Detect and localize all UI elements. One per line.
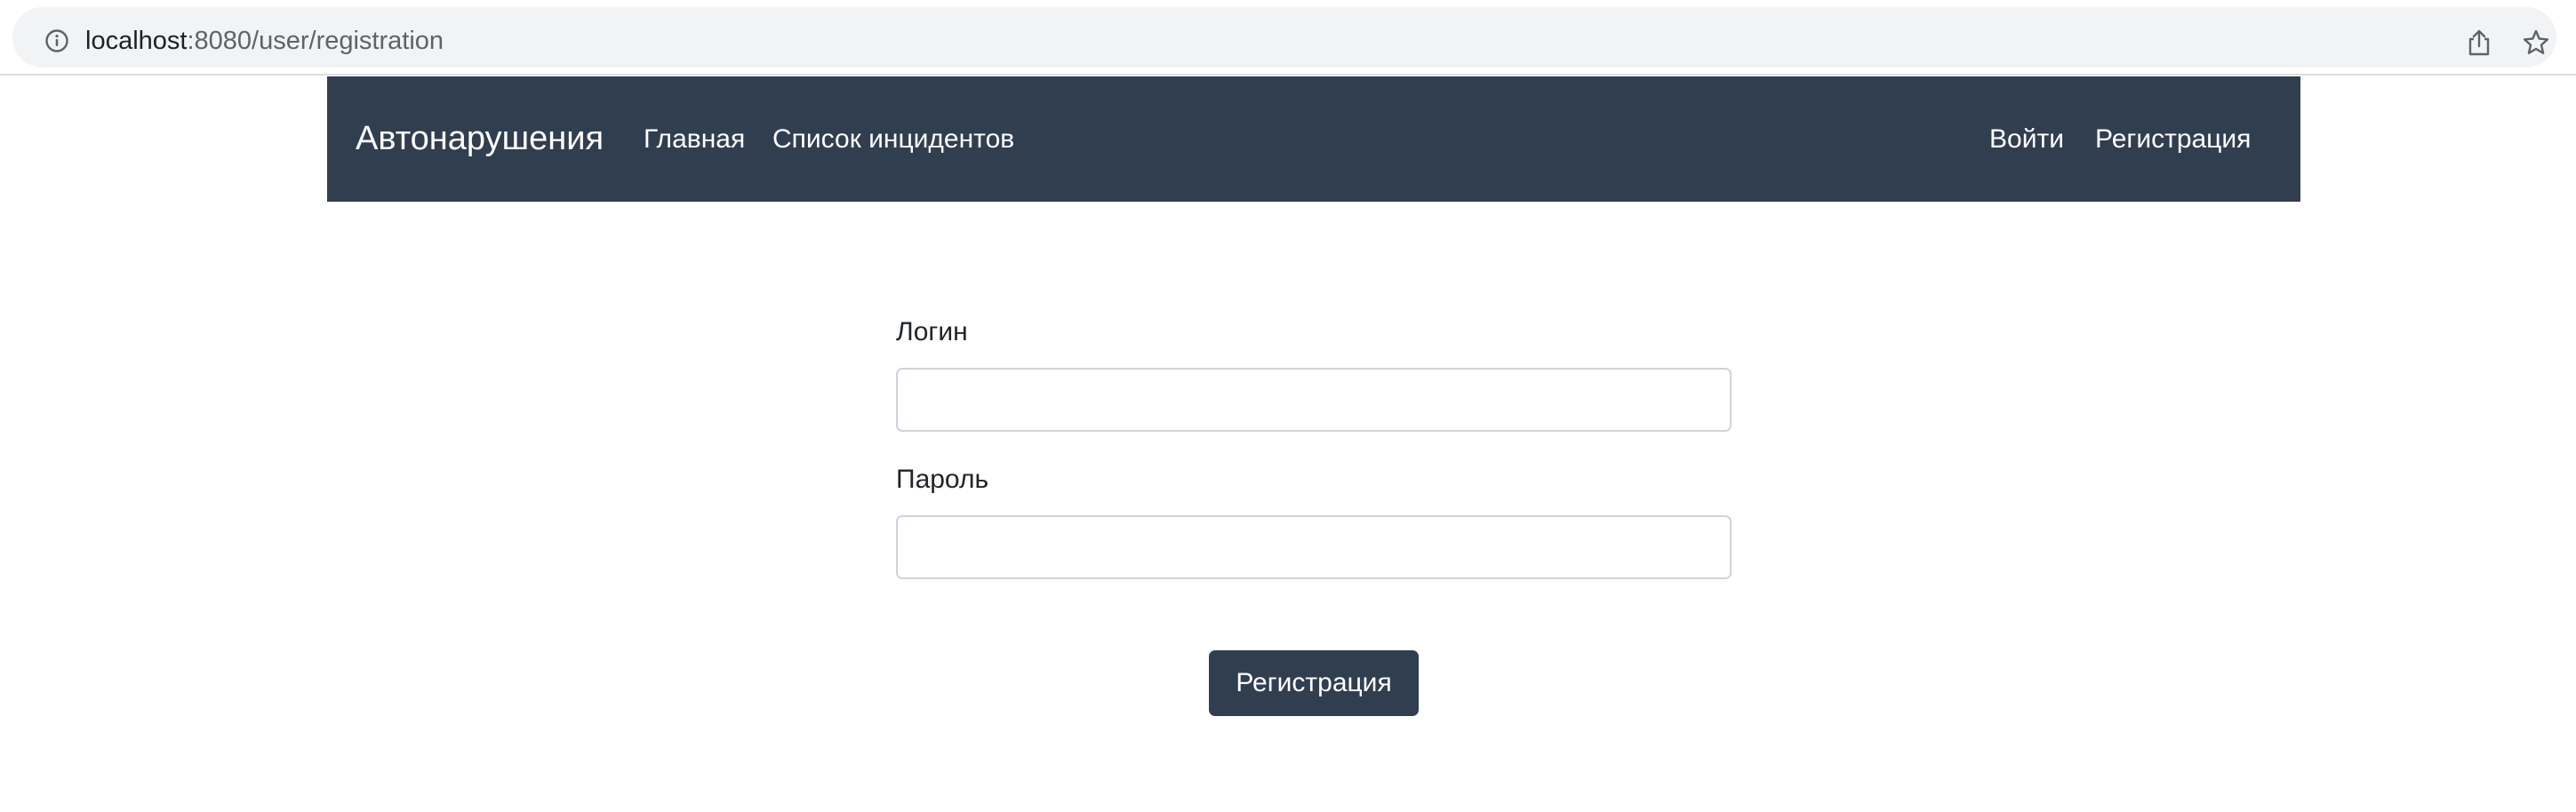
nav-link-home[interactable]: Главная	[644, 123, 745, 155]
navbar-brand[interactable]: Автонарушения	[356, 119, 604, 158]
nav-link-login[interactable]: Войти	[1989, 123, 2064, 155]
nav-link-register[interactable]: Регистрация	[2095, 123, 2251, 155]
password-input[interactable]	[896, 515, 1732, 579]
browser-toolbar: localhost:8080/user/registration	[0, 0, 2576, 76]
star-icon[interactable]	[2522, 28, 2550, 57]
register-submit-button[interactable]: Регистрация	[1209, 650, 1419, 716]
info-icon[interactable]	[44, 28, 69, 53]
url-text[interactable]: localhost:8080/user/registration	[85, 26, 444, 56]
url-host: localhost	[85, 27, 188, 55]
login-label: Логин	[896, 317, 968, 346]
login-input[interactable]	[896, 368, 1732, 432]
share-icon[interactable]	[2466, 28, 2492, 57]
url-path: :8080/user/registration	[187, 27, 444, 55]
password-label: Пароль	[896, 465, 989, 494]
address-bar[interactable]: localhost:8080/user/registration	[12, 7, 2556, 68]
nav-link-incidents[interactable]: Список инцидентов	[772, 123, 1014, 155]
navbar: Автонарушения Главная Список инцидентов …	[327, 76, 2300, 202]
